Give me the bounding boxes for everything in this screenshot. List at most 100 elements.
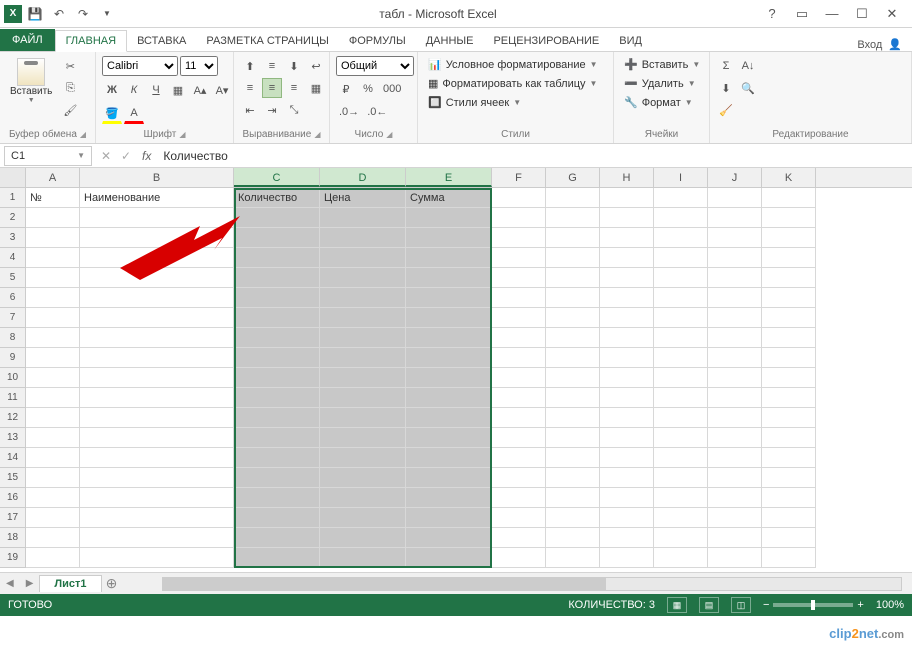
cell[interactable] (600, 288, 654, 308)
cell[interactable] (492, 468, 546, 488)
view-pagebreak-icon[interactable]: ◫ (731, 597, 751, 613)
select-all-corner[interactable] (0, 168, 26, 187)
cell[interactable] (406, 428, 492, 448)
cell[interactable] (600, 208, 654, 228)
cell[interactable] (80, 208, 234, 228)
tab-home[interactable]: ГЛАВНАЯ (55, 30, 127, 52)
fx-icon[interactable]: fx (136, 149, 157, 163)
column-header[interactable]: H (600, 168, 654, 187)
delete-cells-button[interactable]: ➖Удалить▼ (620, 75, 700, 92)
cell[interactable] (600, 308, 654, 328)
row-header[interactable]: 7 (0, 308, 26, 328)
cell[interactable] (492, 188, 546, 208)
cell[interactable] (762, 308, 816, 328)
row-header[interactable]: 11 (0, 388, 26, 408)
row-header[interactable]: 19 (0, 548, 26, 568)
cell[interactable] (234, 448, 320, 468)
cell[interactable] (320, 308, 406, 328)
cell[interactable] (406, 548, 492, 568)
signin-label[interactable]: Вход (857, 39, 882, 51)
cell[interactable] (708, 288, 762, 308)
cell[interactable] (654, 428, 708, 448)
cell[interactable] (406, 248, 492, 268)
align-right-icon[interactable]: ≡ (284, 78, 304, 98)
close-icon[interactable]: ✕ (878, 3, 906, 25)
horizontal-scrollbar[interactable] (162, 577, 902, 591)
cell[interactable] (762, 348, 816, 368)
cell[interactable] (708, 528, 762, 548)
column-header[interactable]: C (234, 168, 320, 187)
cell[interactable] (26, 528, 80, 548)
cell[interactable] (234, 288, 320, 308)
cell[interactable] (26, 328, 80, 348)
cell[interactable] (406, 208, 492, 228)
cell[interactable] (762, 368, 816, 388)
cell[interactable] (546, 508, 600, 528)
align-center-icon[interactable]: ≡ (262, 78, 282, 98)
cancel-formula-icon[interactable]: ✕ (96, 149, 116, 163)
clear-icon[interactable]: 🧹 (716, 100, 736, 120)
cell[interactable] (600, 448, 654, 468)
tab-pagelayout[interactable]: РАЗМЕТКА СТРАНИЦЫ (196, 31, 338, 51)
align-top-icon[interactable]: ⬆ (240, 56, 260, 76)
cell[interactable] (26, 548, 80, 568)
cell[interactable] (492, 408, 546, 428)
tab-formulas[interactable]: ФОРМУЛЫ (339, 31, 416, 51)
cell[interactable] (320, 468, 406, 488)
cell[interactable] (546, 488, 600, 508)
cell[interactable] (80, 248, 234, 268)
cell[interactable] (654, 408, 708, 428)
tab-insert[interactable]: ВСТАВКА (127, 31, 196, 51)
cell[interactable] (80, 368, 234, 388)
cell[interactable] (320, 228, 406, 248)
column-header[interactable]: A (26, 168, 80, 187)
tab-file[interactable]: ФАЙЛ (0, 29, 55, 51)
column-header[interactable]: G (546, 168, 600, 187)
cell[interactable] (654, 228, 708, 248)
cell[interactable] (80, 388, 234, 408)
dec-decimal-icon[interactable]: .0← (364, 102, 390, 122)
tab-data[interactable]: ДАННЫЕ (416, 31, 484, 51)
cell[interactable] (600, 368, 654, 388)
format-as-table-button[interactable]: ▦Форматировать как таблицу▼ (424, 75, 601, 92)
cell[interactable] (80, 468, 234, 488)
cell[interactable] (234, 468, 320, 488)
cell[interactable] (320, 268, 406, 288)
cell[interactable] (600, 428, 654, 448)
cell[interactable] (762, 288, 816, 308)
cell[interactable] (546, 328, 600, 348)
dialog-launcher-icon[interactable]: ◢ (179, 130, 185, 139)
cell[interactable] (80, 548, 234, 568)
cell[interactable] (546, 428, 600, 448)
cell[interactable] (654, 188, 708, 208)
align-middle-icon[interactable]: ≡ (262, 56, 282, 76)
column-header[interactable]: D (320, 168, 406, 187)
cell[interactable] (320, 408, 406, 428)
cell[interactable] (406, 268, 492, 288)
cell[interactable] (600, 228, 654, 248)
view-pagelayout-icon[interactable]: ▤ (699, 597, 719, 613)
maximize-icon[interactable]: ☐ (848, 3, 876, 25)
cell[interactable] (492, 428, 546, 448)
indent-dec-icon[interactable]: ⇤ (240, 100, 260, 120)
cell[interactable] (546, 408, 600, 428)
sort-filter-icon[interactable]: A↓ (738, 56, 758, 76)
row-header[interactable]: 8 (0, 328, 26, 348)
cell[interactable] (762, 268, 816, 288)
cell[interactable] (80, 328, 234, 348)
cell[interactable] (546, 208, 600, 228)
insert-cells-button[interactable]: ➕Вставить▼ (620, 56, 704, 73)
cell[interactable] (320, 368, 406, 388)
cell[interactable] (26, 468, 80, 488)
cell[interactable] (320, 388, 406, 408)
user-icon[interactable]: 👤 (888, 38, 902, 51)
cell[interactable] (546, 308, 600, 328)
cell[interactable] (26, 208, 80, 228)
column-header[interactable]: J (708, 168, 762, 187)
row-header[interactable]: 2 (0, 208, 26, 228)
font-name-select[interactable]: Calibri (102, 56, 178, 76)
cell[interactable] (492, 268, 546, 288)
cell[interactable] (708, 448, 762, 468)
cell[interactable] (80, 528, 234, 548)
cell[interactable] (708, 248, 762, 268)
